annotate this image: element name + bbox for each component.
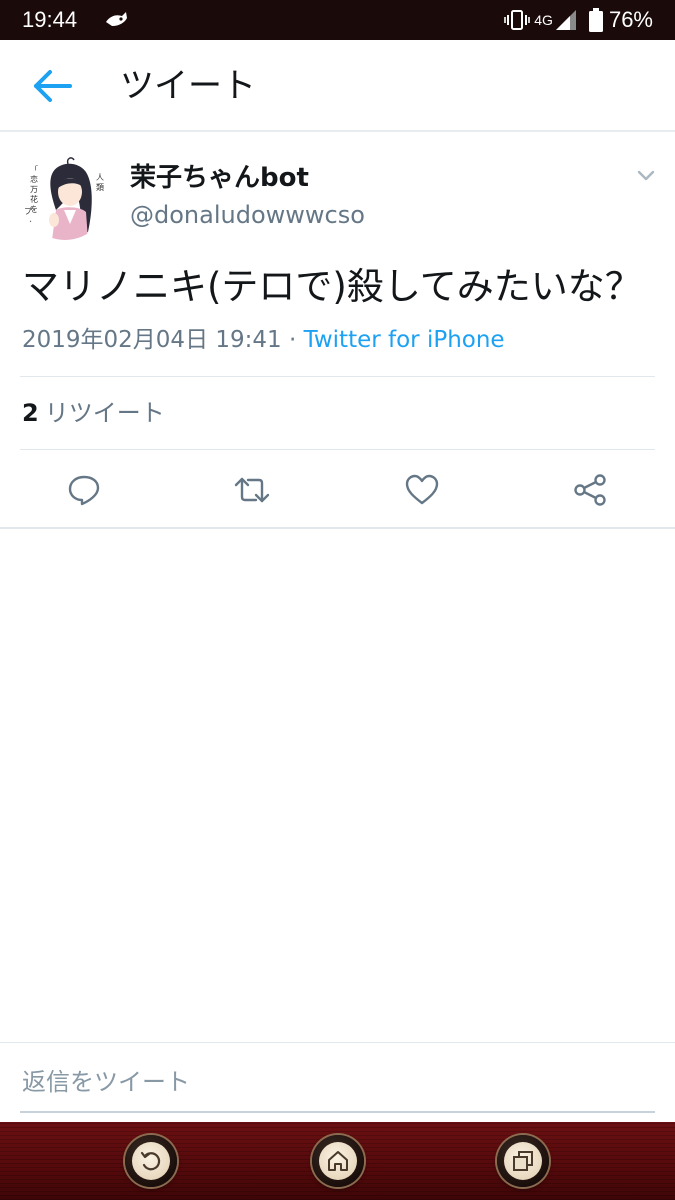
meta-separator: ·	[281, 327, 304, 353]
avatar-illustration: 「 恋 万 花 を プ レ イ 人 類	[22, 154, 108, 240]
share-button[interactable]	[568, 468, 612, 512]
chevron-down-icon[interactable]	[630, 162, 662, 190]
svg-text:イ: イ	[24, 227, 32, 236]
svg-text:恋: 恋	[30, 174, 38, 184]
display-name[interactable]: 茉子ちゃんbot	[130, 162, 309, 194]
tweet-timestamp: 2019年02月04日 19:41	[22, 327, 282, 353]
recents-nav-icon	[513, 1151, 533, 1171]
app-header: ツイート	[0, 40, 675, 132]
reply-underline	[20, 1111, 655, 1113]
home-nav-icon	[328, 1151, 348, 1171]
back-nav-icon	[140, 1151, 161, 1171]
svg-text:プ: プ	[24, 207, 32, 216]
retweet-label: リツイート	[44, 399, 165, 427]
reply-input[interactable]: 返信をツイート	[22, 1065, 190, 1099]
divider	[0, 527, 675, 529]
reply-icon	[68, 475, 100, 506]
svg-text:レ: レ	[24, 217, 32, 226]
like-button[interactable]	[400, 468, 444, 512]
tweet-source-link[interactable]: Twitter for iPhone	[304, 327, 505, 353]
avatar[interactable]: 「 恋 万 花 を プ レ イ 人 類	[22, 154, 108, 240]
nav-back-button[interactable]	[125, 1135, 177, 1187]
svg-text:「: 「	[30, 165, 38, 174]
svg-text:類: 類	[96, 182, 104, 192]
user-handle[interactable]: @donaludowwwcso	[130, 200, 365, 230]
share-icon	[574, 474, 606, 506]
back-arrow-icon[interactable]	[28, 62, 76, 110]
tweet-text: マリノニキ(テロで)殺してみたいな？	[22, 265, 642, 308]
signal-icon	[555, 10, 576, 30]
retweet-stats[interactable]: 2 リツイート	[22, 396, 165, 430]
svg-text:花: 花	[30, 194, 38, 204]
retweet-count: 2	[22, 399, 39, 427]
reply-bar: 返信をツイート	[0, 1042, 675, 1122]
svg-text:万: 万	[30, 185, 38, 194]
status-time: 19:44	[22, 7, 78, 32]
navigation-bar	[0, 1122, 675, 1200]
tweet-meta: 2019年02月04日 19:41 · Twitter for iPhone	[22, 324, 505, 356]
status-bar: 19:44 4G 76%	[0, 0, 675, 40]
battery-icon	[588, 8, 603, 32]
svg-text:人: 人	[96, 173, 104, 182]
reply-button[interactable]	[62, 468, 106, 512]
app-notification-icon	[106, 12, 127, 26]
page-title: ツイート	[120, 66, 256, 106]
nav-recents-button[interactable]	[497, 1135, 549, 1187]
divider	[20, 449, 655, 450]
nav-home-button[interactable]	[312, 1135, 364, 1187]
network-type: 4G	[534, 12, 553, 28]
divider	[20, 376, 655, 377]
like-icon	[405, 474, 439, 505]
retweet-icon	[234, 477, 270, 503]
battery-percent: 76%	[608, 7, 653, 32]
vibrate-icon	[504, 10, 531, 30]
retweet-button[interactable]	[230, 468, 274, 512]
status-indicators: 4G 76%	[504, 6, 653, 34]
